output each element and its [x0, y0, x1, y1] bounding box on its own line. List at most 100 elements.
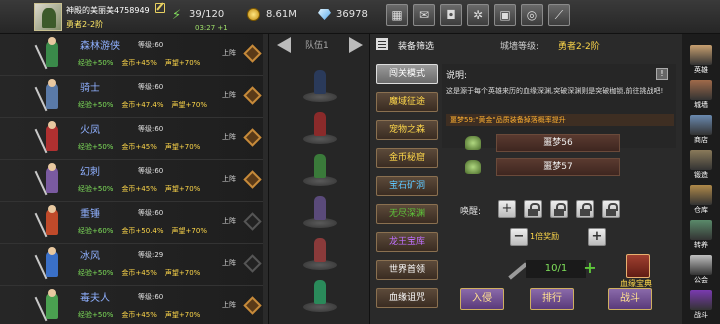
hero-name: 毒夫人	[80, 293, 110, 304]
wall-icon	[690, 80, 712, 100]
key-add-button[interactable]: +	[582, 260, 598, 278]
sidebar-item-wall[interactable]: 城墙	[686, 79, 716, 113]
hero-xp-bonus: 经验+50%	[78, 101, 114, 109]
settings-icon[interactable]: ✲	[467, 4, 489, 26]
hero-stats: 经验+50% 金币+45% 声望+70%	[78, 268, 200, 278]
team-slot[interactable]	[303, 68, 337, 102]
sidebar-item-storage[interactable]: 仓库	[686, 184, 716, 218]
sword-icon[interactable]: ⟋	[548, 4, 570, 26]
deploy-diamond-icon[interactable]	[243, 254, 262, 273]
hero-deploy-label[interactable]: 上阵	[222, 216, 236, 226]
dungeon-button[interactable]: 世界首领	[376, 260, 438, 280]
awaken-add-button[interactable]: +	[498, 200, 516, 218]
sidebar-label: 公会	[694, 276, 708, 284]
sidebar-item-battle[interactable]: 战斗	[686, 289, 716, 323]
dungeon-list: 闯关模式魔域征途宠物之森金币秘窟宝石矿洞无尽深渊龙王宝库世界首领血缘诅咒	[370, 60, 442, 320]
storage-icon	[690, 185, 712, 205]
sidebar-item-store[interactable]: 商店	[686, 114, 716, 148]
info-icon[interactable]: !	[656, 68, 668, 80]
gamepad-icon[interactable]: ◘	[440, 4, 462, 26]
gift-icon[interactable]: ▣	[494, 4, 516, 26]
hero-row[interactable]: 毒夫人 等级:60 上阵 经验+50% 金币+45% 声望+70%	[0, 286, 268, 324]
invade-button[interactable]: 入侵	[460, 288, 504, 310]
hero-deploy-label[interactable]: 上阵	[222, 90, 236, 100]
sidebar-label: 仓库	[694, 206, 708, 214]
filter-icon[interactable]	[376, 38, 388, 50]
ranking-button[interactable]: 排行	[530, 288, 574, 310]
hero-name: 骑士	[80, 83, 100, 94]
team-slot[interactable]	[303, 152, 337, 186]
battle-button[interactable]: 战斗	[608, 288, 652, 310]
equipment-filter-label[interactable]: 装备筛选	[398, 39, 434, 52]
hero-portrait	[34, 78, 68, 114]
hero-deploy-label[interactable]: 上阵	[222, 300, 236, 310]
hero-row[interactable]: 骑士 等级:60 上阵 经验+50% 金币+47.4% 声望+70%	[0, 76, 268, 118]
team-slot[interactable]	[303, 194, 337, 228]
hero-name: 重锤	[80, 209, 100, 220]
sidebar-item-pet[interactable]: 转养	[686, 219, 716, 253]
gold-icon	[247, 8, 260, 21]
hero-list[interactable]: 森林游侠 等级:60 上阵 经验+50% 金币+45% 声望+70% 骑士 等级:60 上阵 经验…	[0, 34, 268, 324]
hero-row[interactable]: 冰风 等级:29 上阵 经验+50% 金币+45% 声望+70%	[0, 244, 268, 286]
dungeon-button[interactable]: 宠物之森	[376, 120, 438, 140]
multiplier-minus-button[interactable]: −	[510, 228, 528, 246]
bloodline-book-icon[interactable]	[626, 254, 650, 278]
shop-icon[interactable]: ▦	[386, 4, 408, 26]
multiplier-plus-button[interactable]: +	[588, 228, 606, 246]
hero-stats: 经验+50% 金币+45% 声望+70%	[78, 58, 200, 68]
hero-level: 等级:60	[138, 293, 164, 301]
hero-gold-bonus: 金币+45%	[121, 311, 157, 319]
hero-deploy-label[interactable]: 上阵	[222, 132, 236, 142]
dungeon-button[interactable]: 闯关模式	[376, 64, 438, 84]
hero-xp-bonus: 经验+50%	[78, 143, 114, 151]
deploy-diamond-icon[interactable]	[243, 296, 262, 315]
hero-deploy-label[interactable]: 上阵	[222, 48, 236, 58]
dungeon-button[interactable]: 龙王宝库	[376, 232, 438, 252]
edit-icon[interactable]	[155, 3, 165, 13]
deploy-diamond-icon[interactable]	[243, 86, 262, 105]
team-slot[interactable]	[303, 278, 337, 312]
team-prev-arrow[interactable]	[277, 37, 291, 53]
dungeon-button[interactable]: 无尽深渊	[376, 204, 438, 224]
hero-portrait	[34, 204, 68, 240]
hero-deploy-label[interactable]: 上阵	[222, 258, 236, 268]
right-sidebar: 英雄 城墙 商店 锻造仓库转养公会战斗	[682, 34, 720, 324]
hero-portrait	[34, 288, 68, 324]
sidebar-label: 战斗	[694, 311, 708, 319]
hero-fame-bonus: 声望+70%	[164, 311, 201, 319]
dungeon-button[interactable]: 宝石矿洞	[376, 176, 438, 196]
avatar[interactable]	[34, 3, 62, 31]
team-slot[interactable]	[303, 110, 337, 144]
lock-icon[interactable]	[524, 200, 542, 218]
color-wheel-icon[interactable]: ◎	[521, 4, 543, 26]
lock-icon[interactable]	[550, 200, 568, 218]
deploy-diamond-icon[interactable]	[243, 128, 262, 147]
dungeon-button[interactable]: 金币秘窟	[376, 148, 438, 168]
hero-fame-bonus: 声望+70%	[164, 185, 201, 193]
sidebar-item-guild[interactable]: 公会	[686, 254, 716, 288]
hero-row[interactable]: 森林游侠 等级:60 上阵 经验+50% 金币+45% 声望+70%	[0, 34, 268, 76]
lock-icon[interactable]	[602, 200, 620, 218]
hero-deploy-label[interactable]: 上阵	[222, 174, 236, 184]
sidebar-item-forge[interactable]: 锻造	[686, 149, 716, 183]
deploy-diamond-icon[interactable]	[243, 44, 262, 63]
sidebar-item-hero[interactable]: 英雄	[686, 44, 716, 78]
hero-level: 等级:60	[138, 209, 164, 217]
gem-value: 36978	[336, 9, 368, 20]
hero-row[interactable]: 重锤 等级:60 上阵 经验+60% 金币+50.4% 声望+70%	[0, 202, 268, 244]
dungeon-button[interactable]: 魔域征途	[376, 92, 438, 112]
hero-row[interactable]: 幻刺 等级:60 上阵 经验+50% 金币+45% 声望+70%	[0, 160, 268, 202]
lock-icon[interactable]	[576, 200, 594, 218]
hero-row[interactable]: 火凤 等级:60 上阵 经验+50% 金币+45% 声望+70%	[0, 118, 268, 160]
hero-portrait	[34, 36, 68, 72]
deploy-diamond-icon[interactable]	[243, 170, 262, 189]
dungeon-button[interactable]: 血缘诅咒	[376, 288, 438, 308]
forge-icon	[690, 150, 712, 170]
hero-gold-bonus: 金币+50.4%	[121, 227, 164, 235]
multiplier-label: 1倍奖励	[530, 232, 560, 241]
team-next-arrow[interactable]	[349, 37, 363, 53]
deploy-diamond-icon[interactable]	[243, 212, 262, 231]
team-slot[interactable]	[303, 236, 337, 270]
mail-icon[interactable]: ✉	[413, 4, 435, 26]
hero-stats: 经验+50% 金币+47.4% 声望+70%	[78, 100, 207, 110]
